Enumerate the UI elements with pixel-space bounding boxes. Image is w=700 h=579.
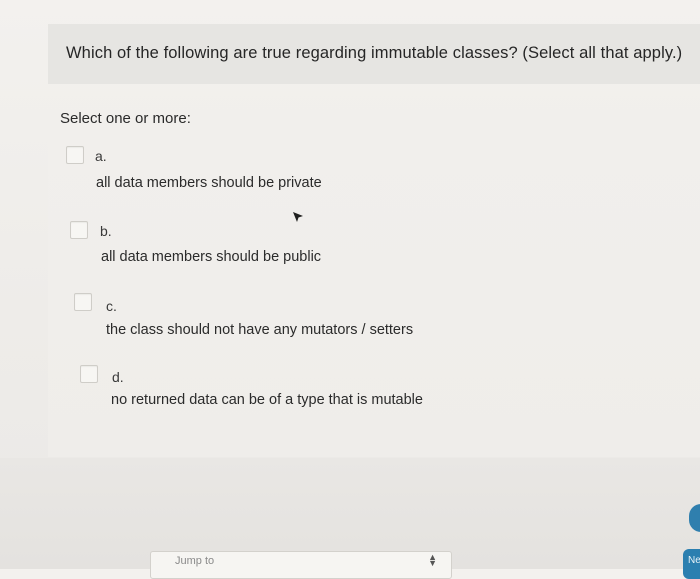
next-button-label: Ne [688, 555, 700, 566]
select-instruction: Select one or more: [60, 110, 191, 127]
option-c-letter: c. [106, 298, 117, 314]
option-b-checkbox[interactable] [70, 221, 88, 239]
option-b-letter: b. [100, 223, 112, 239]
option-c-text[interactable]: the class should not have any mutators /… [106, 322, 413, 338]
option-d-text[interactable]: no returned data can be of a type that i… [111, 392, 423, 408]
option-d-letter: d. [112, 369, 124, 385]
option-d-checkbox[interactable] [80, 365, 98, 383]
pointer-cursor-icon [293, 212, 303, 222]
jump-to-label: Jump to [175, 555, 215, 567]
option-b-text[interactable]: all data members should be public [101, 249, 321, 265]
option-a-checkbox[interactable] [66, 146, 84, 164]
option-a-letter: a. [95, 148, 107, 164]
question-text: Which of the following are true regardin… [66, 44, 683, 62]
jump-to-select[interactable]: Jump to ▲ ▼ [150, 551, 452, 579]
updown-arrows-icon: ▲ ▼ [428, 552, 437, 568]
option-c-checkbox[interactable] [74, 293, 92, 311]
option-a-text[interactable]: all data members should be private [96, 175, 322, 191]
next-button[interactable]: Ne [683, 549, 700, 579]
